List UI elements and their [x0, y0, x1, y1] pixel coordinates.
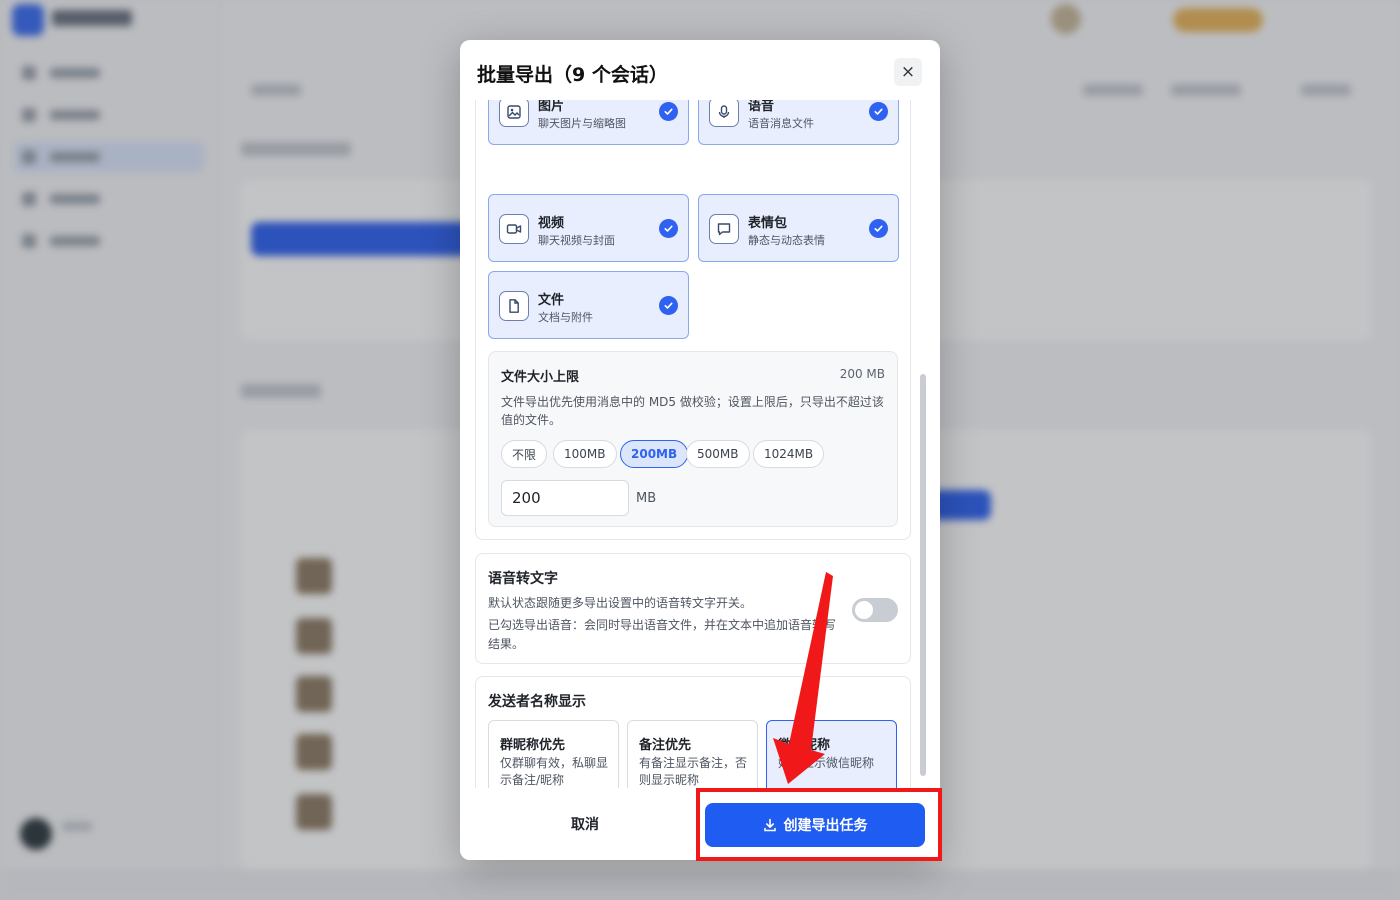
close-button[interactable]: × — [894, 58, 922, 86]
annotation-highlight-box — [696, 788, 942, 861]
size-option-500mb[interactable]: 500MB — [686, 440, 750, 468]
option-desc: 始终显示微信昵称 — [778, 756, 875, 770]
content-type-sticker[interactable]: 表情包 静态与动态表情 — [698, 194, 899, 262]
content-type-image[interactable]: 图片 聊天图片与缩略图 — [488, 100, 689, 145]
voice-to-text-desc: 默认状态跟随更多导出设置中的语音转文字开关。 — [488, 596, 753, 610]
content-type-name: 表情包 — [748, 216, 788, 231]
check-icon — [869, 102, 888, 121]
content-type-desc: 聊天图片与缩略图 — [538, 117, 626, 130]
size-option-100mb[interactable]: 100MB — [553, 440, 617, 468]
file-size-limit-section: 文件大小上限 200 MB 文件导出优先使用消息中的 MD5 做校验；设置上限后… — [488, 351, 898, 527]
file-size-title: 文件大小上限 — [501, 370, 580, 385]
option-desc: 有备注显示备注，否则显示昵称 — [639, 756, 748, 787]
content-type-desc: 聊天视频与封面 — [538, 234, 615, 247]
file-icon — [499, 291, 529, 321]
voice-to-text-note: 已勾选导出语音：会同时导出语音文件，并在文本中追加语音转写结果。 — [488, 618, 837, 651]
video-icon — [499, 214, 529, 244]
content-type-video[interactable]: 视频 聊天视频与封面 — [488, 194, 689, 262]
file-size-unit: MB — [636, 491, 657, 506]
option-name: 群昵称优先 — [500, 738, 566, 753]
check-icon — [869, 219, 888, 238]
content-type-name: 语音 — [748, 100, 775, 114]
content-type-desc: 文档与附件 — [538, 311, 593, 324]
image-icon — [499, 100, 529, 127]
microphone-icon — [709, 100, 739, 127]
check-icon — [659, 219, 678, 238]
sender-name-section: 发送者名称显示 群昵称优先 仅群聊有效，私聊显示备注/昵称 备注优先 有备注显示… — [475, 676, 911, 788]
chat-bubble-icon — [709, 214, 739, 244]
close-icon: × — [900, 62, 916, 82]
size-option-1024mb[interactable]: 1024MB — [753, 440, 825, 468]
file-size-desc: 文件导出优先使用消息中的 MD5 做校验；设置上限后，只导出不超过该值的文件。 — [501, 395, 884, 427]
batch-export-dialog: 批量导出（9 个会话） × 图片 聊天图片与缩略图 语音 语音消息文件 视频 聊… — [460, 40, 940, 860]
dialog-scroll-area[interactable]: 图片 聊天图片与缩略图 语音 语音消息文件 视频 聊天视频与封面 表情包 静态与… — [460, 100, 940, 788]
sender-option-remark[interactable]: 备注优先 有备注显示备注，否则显示昵称 — [627, 720, 758, 788]
content-type-name: 视频 — [538, 216, 565, 231]
content-type-name: 图片 — [538, 100, 565, 114]
sender-name-title: 发送者名称显示 — [488, 694, 586, 710]
content-type-file[interactable]: 文件 文档与附件 — [488, 271, 689, 339]
file-size-input[interactable] — [501, 480, 629, 516]
toggle-knob — [855, 601, 873, 619]
file-size-current: 200 MB — [839, 367, 885, 381]
scrollbar[interactable] — [920, 374, 926, 776]
size-option-200mb[interactable]: 200MB — [620, 440, 689, 468]
cancel-button[interactable]: 取消 — [476, 802, 694, 846]
voice-to-text-title: 语音转文字 — [488, 571, 558, 587]
size-option-unlimited[interactable]: 不限 — [501, 440, 548, 468]
content-type-name: 文件 — [538, 293, 565, 308]
sender-option-group-nickname[interactable]: 群昵称优先 仅群聊有效，私聊显示备注/昵称 — [488, 720, 619, 788]
option-name: 微信昵称 — [778, 738, 831, 753]
check-icon — [659, 296, 678, 315]
dialog-title: 批量导出（9 个会话） — [477, 64, 668, 86]
voice-to-text-section: 语音转文字 默认状态跟随更多导出设置中的语音转文字开关。 已勾选导出语音：会同时… — [475, 553, 911, 664]
check-icon — [659, 102, 678, 121]
option-name: 备注优先 — [639, 738, 692, 753]
content-type-desc: 静态与动态表情 — [748, 234, 825, 247]
content-type-desc: 语音消息文件 — [748, 117, 814, 130]
option-desc: 仅群聊有效，私聊显示备注/昵称 — [500, 756, 609, 787]
sender-option-wechat-nickname[interactable]: 微信昵称 始终显示微信昵称 — [766, 720, 897, 788]
content-type-voice[interactable]: 语音 语音消息文件 — [698, 100, 899, 145]
voice-to-text-toggle[interactable] — [852, 598, 898, 622]
